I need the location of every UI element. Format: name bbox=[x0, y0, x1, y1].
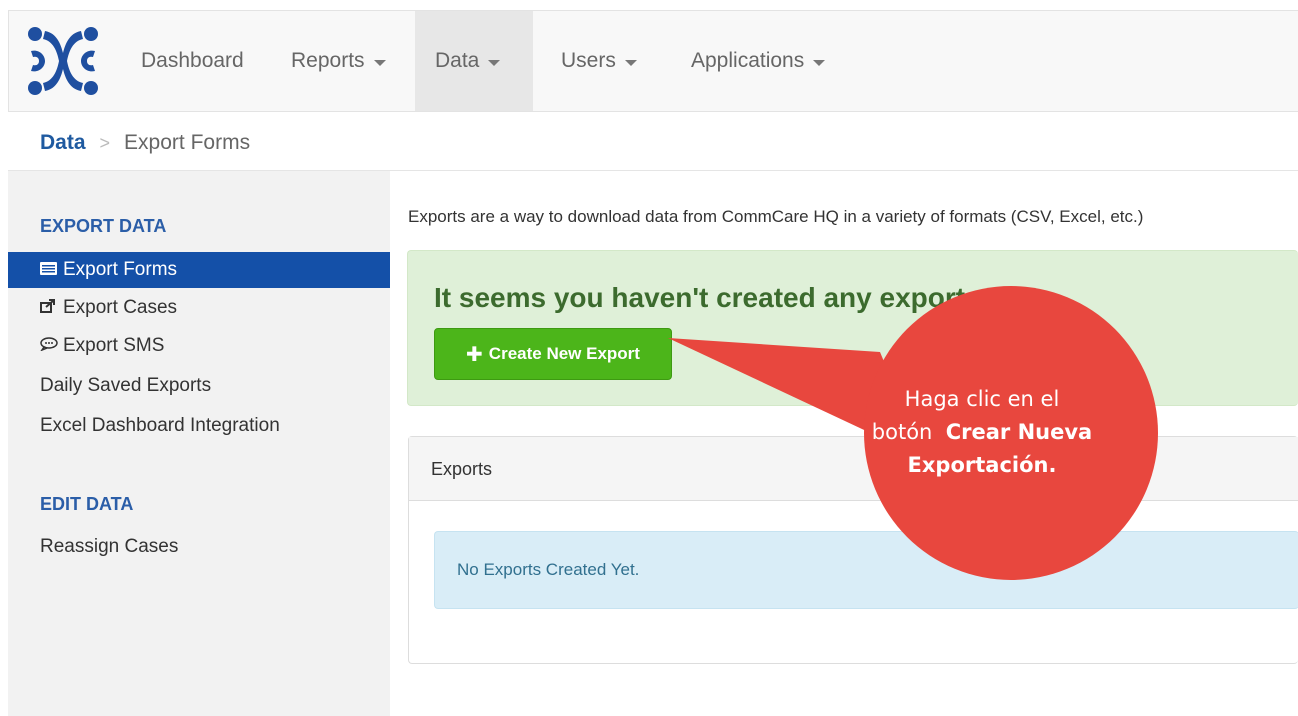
nav-applications-label: Applications bbox=[691, 49, 805, 72]
breadcrumb-current: Export Forms bbox=[124, 131, 251, 154]
exports-panel: Exports No Exports Created Yet. bbox=[408, 436, 1298, 664]
sidebar-item-label: Export Forms bbox=[63, 259, 178, 280]
create-new-export-label: Create New Export bbox=[488, 344, 640, 363]
sidebar-item-export-cases[interactable]: Export Cases bbox=[8, 290, 390, 326]
nav-data[interactable]: Data bbox=[415, 11, 533, 111]
sidebar-item-excel-dashboard[interactable]: Excel Dashboard Integration bbox=[8, 408, 390, 444]
intro-text: Exports are a way to download data from … bbox=[408, 207, 1144, 226]
sidebar-item-label: Export Cases bbox=[63, 297, 178, 318]
sidebar-item-label: Reassign Cases bbox=[40, 536, 179, 557]
nav-reports-label: Reports bbox=[291, 49, 365, 72]
sidebar-item-export-forms[interactable]: Export Forms bbox=[8, 252, 390, 288]
alert-title: It seems you haven't created any exports… bbox=[434, 282, 1039, 313]
breadcrumb-data-link[interactable]: Data bbox=[40, 131, 86, 155]
plus-icon: ✚ bbox=[466, 343, 483, 366]
callout-line-1: Haga clic en el bbox=[904, 387, 1060, 411]
create-new-export-button[interactable]: ✚ Create New Export bbox=[434, 328, 672, 380]
sidebar-item-export-sms[interactable]: Export SMS bbox=[8, 328, 390, 364]
callout-line-2-prefix: botón bbox=[871, 420, 933, 444]
sidebar-item-label: Daily Saved Exports bbox=[40, 375, 212, 396]
sidebar-heading-edit: EDIT DATA bbox=[40, 494, 134, 514]
sidebar-item-label: Excel Dashboard Integration bbox=[40, 415, 280, 436]
nav-dashboard-label: Dashboard bbox=[141, 49, 244, 72]
callout-line-2: botón Crear Nueva bbox=[862, 416, 1102, 449]
nav-applications[interactable]: Applications bbox=[671, 11, 845, 111]
chat-icon bbox=[40, 329, 58, 365]
share-icon bbox=[40, 291, 58, 327]
nav-reports[interactable]: Reports bbox=[271, 11, 406, 111]
caret-down-icon bbox=[624, 59, 637, 66]
caret-down-icon bbox=[373, 59, 386, 66]
sidebar-item-daily-saved-exports[interactable]: Daily Saved Exports bbox=[8, 368, 390, 404]
no-exports-alert: It seems you haven't created any exports… bbox=[407, 250, 1298, 406]
callout-line-3: Exportación. bbox=[862, 449, 1102, 482]
sidebar-item-label: Export SMS bbox=[63, 335, 165, 356]
sidebar: EXPORT DATA Export Forms Export Cases Ex… bbox=[8, 171, 390, 716]
empty-exports-message: No Exports Created Yet. bbox=[434, 531, 1298, 609]
caret-down-icon bbox=[813, 59, 826, 66]
commcare-logo-icon[interactable] bbox=[23, 23, 103, 99]
caret-down-icon bbox=[488, 59, 501, 66]
breadcrumb-separator: > bbox=[99, 132, 111, 153]
breadcrumb: Data > Export Forms bbox=[40, 131, 250, 155]
sidebar-heading-export: EXPORT DATA bbox=[40, 216, 167, 236]
callout-line-3-bold: Exportación. bbox=[907, 453, 1057, 477]
nav-dashboard[interactable]: Dashboard bbox=[121, 11, 264, 111]
nav-users-label: Users bbox=[561, 49, 616, 72]
callout-line-2-bold: Crear Nueva bbox=[945, 420, 1093, 444]
nav-users[interactable]: Users bbox=[541, 11, 657, 111]
sidebar-item-reassign-cases[interactable]: Reassign Cases bbox=[8, 529, 390, 565]
panel-title: Exports bbox=[409, 437, 1298, 501]
top-navbar: Dashboard Reports Data Users Application… bbox=[8, 10, 1298, 112]
nav-data-label: Data bbox=[435, 49, 480, 72]
list-icon bbox=[40, 253, 58, 289]
callout-text: Haga clic en el botón Crear Nueva Export… bbox=[862, 383, 1102, 482]
